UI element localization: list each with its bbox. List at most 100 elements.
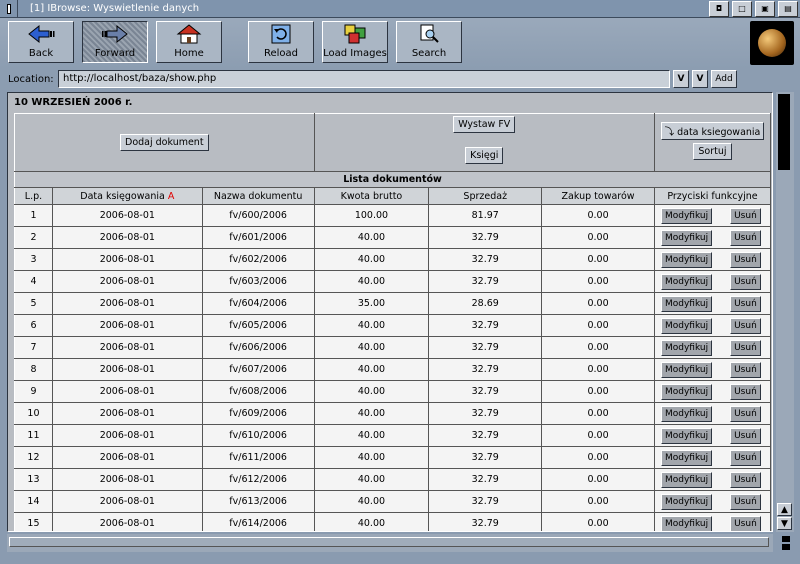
cell-doc-name: fv/603/2006 (201, 270, 315, 293)
modify-button[interactable]: Modyfikuj (660, 317, 713, 334)
zoom-icon: □ (738, 4, 746, 13)
cell-sales: 32.79 (428, 468, 543, 491)
cell-actions: Modyfikuj Usuń (653, 336, 772, 359)
scroll-down-button[interactable]: ▼ (777, 517, 792, 530)
table-row: 6 2006-08-01 fv/605/2006 40.00 32.79 0.00 Mody… (14, 314, 772, 337)
delete-button[interactable]: Usuń (730, 405, 761, 422)
delete-button[interactable]: Usuń (730, 493, 761, 510)
table-row: 10 2006-08-01 fv/609/2006 40.00 32.79 0.00 Mod… (14, 402, 772, 425)
modify-button[interactable]: Modyfikuj (660, 207, 713, 224)
horizontal-scroll-thumb[interactable] (9, 537, 769, 547)
cell-lp: 13 (14, 468, 53, 491)
documents-table: Dodaj dokument Wystaw FV Księgi ⤵ data k… (14, 113, 772, 531)
cell-actions: Modyfikuj Usuń (653, 512, 772, 531)
delete-button[interactable]: Usuń (730, 383, 761, 400)
modify-button[interactable]: Modyfikuj (660, 449, 713, 466)
delete-button[interactable]: Usuń (730, 427, 761, 444)
vertical-scroll-thumb[interactable] (778, 94, 790, 170)
back-label: Back (28, 48, 54, 59)
horizontal-scrollbar[interactable] (7, 534, 773, 552)
add-document-button[interactable]: Dodaj dokument (120, 134, 209, 151)
home-button[interactable]: Home (156, 21, 222, 63)
window-titlebar[interactable]: [1] IBrowse: Wyswietlenie danych ◘ □ ▣ ▤ (0, 0, 800, 18)
cell-actions: Modyfikuj Usuń (653, 270, 772, 293)
modify-button[interactable]: Modyfikuj (660, 251, 713, 268)
cell-actions: Modyfikuj Usuń (653, 380, 772, 403)
url-input[interactable]: http://localhost/baza/show.php (58, 70, 670, 88)
delete-button[interactable]: Usuń (730, 251, 761, 268)
resize-gadget[interactable] (782, 534, 794, 552)
cell-gross: 40.00 (313, 380, 430, 403)
delete-button[interactable]: Usuń (730, 361, 761, 378)
delete-button[interactable]: Usuń (730, 471, 761, 488)
location-label: Location: (8, 73, 54, 85)
modify-button[interactable]: Modyfikuj (660, 339, 713, 356)
load-images-button[interactable]: Load Images (322, 21, 388, 63)
cell-purchase: 0.00 (541, 204, 655, 227)
iconify-button[interactable]: ◘ (709, 0, 729, 17)
delete-button[interactable]: Usuń (730, 273, 761, 290)
cell-doc-name: fv/608/2006 (201, 380, 315, 403)
cell-lp: 8 (14, 358, 53, 381)
modify-button[interactable]: Modyfikuj (660, 515, 713, 531)
cell-gross: 40.00 (313, 402, 430, 425)
sort-button[interactable]: Sortuj (693, 143, 732, 160)
close-gadget[interactable] (0, 0, 18, 18)
delete-button[interactable]: Usuń (730, 339, 761, 356)
depth-button[interactable]: ▣ (755, 0, 775, 17)
delete-button[interactable]: Usuń (730, 515, 761, 531)
modify-button[interactable]: Modyfikuj (660, 493, 713, 510)
cell-purchase: 0.00 (541, 468, 655, 491)
reload-icon (271, 24, 291, 44)
back-button[interactable]: Back (8, 21, 74, 63)
cell-actions: Modyfikuj Usuń (653, 446, 772, 469)
close-icon (6, 3, 11, 14)
modify-button[interactable]: Modyfikuj (660, 383, 713, 400)
cell-gross: 40.00 (313, 314, 430, 337)
forward-button[interactable]: Forward (82, 21, 148, 63)
scroll-up-button[interactable]: ▲ (777, 503, 792, 516)
depth-back-button[interactable]: ▤ (778, 0, 798, 17)
hotlist-button[interactable]: V (692, 70, 708, 88)
cell-gross: 40.00 (313, 248, 430, 271)
books-button[interactable]: Księgi (465, 147, 504, 164)
cell-lp: 14 (14, 490, 53, 513)
delete-button[interactable]: Usuń (730, 229, 761, 246)
cell-sales: 32.79 (428, 424, 543, 447)
cell-date: 2006-08-01 (51, 468, 203, 491)
sort-field-select[interactable]: ⤵ data ksiegowania (660, 122, 765, 140)
delete-button[interactable]: Usuń (730, 317, 761, 334)
cell-purchase: 0.00 (541, 226, 655, 249)
modify-button[interactable]: Modyfikuj (660, 295, 713, 312)
modify-button[interactable]: Modyfikuj (660, 427, 713, 444)
modify-button[interactable]: Modyfikuj (660, 229, 713, 246)
cell-gross: 40.00 (313, 490, 430, 513)
vertical-scrollbar[interactable]: ▲ ▼ (776, 92, 794, 532)
table-row: 5 2006-08-01 fv/604/2006 35.00 28.69 0.00 Mody… (14, 292, 772, 315)
col-header-lp: L.p. (14, 187, 53, 205)
modify-button[interactable]: Modyfikuj (660, 361, 713, 378)
search-button[interactable]: Search (396, 21, 462, 63)
modify-button[interactable]: Modyfikuj (660, 471, 713, 488)
modify-button[interactable]: Modyfikuj (660, 405, 713, 422)
cell-lp: 2 (14, 226, 53, 249)
cell-purchase: 0.00 (541, 292, 655, 315)
reload-label: Reload (263, 48, 299, 59)
reload-button[interactable]: Reload (248, 21, 314, 63)
cell-date: 2006-08-01 (51, 204, 203, 227)
delete-button[interactable]: Usuń (730, 207, 761, 224)
modify-button[interactable]: Modyfikuj (660, 273, 713, 290)
zoom-button[interactable]: □ (732, 0, 752, 17)
url-history-button[interactable]: V (673, 70, 689, 88)
delete-button[interactable]: Usuń (730, 295, 761, 312)
add-hotlist-button[interactable]: Add (711, 70, 737, 88)
issue-invoice-button[interactable]: Wystaw FV (453, 116, 516, 133)
arrow-right-icon (102, 24, 128, 44)
cell-lp: 15 (14, 512, 53, 531)
depth-icon: ▣ (761, 4, 769, 13)
cell-doc-name: fv/602/2006 (201, 248, 315, 271)
delete-button[interactable]: Usuń (730, 449, 761, 466)
cell-doc-name: fv/600/2006 (201, 204, 315, 227)
col-header-sales: Sprzedaż (428, 187, 543, 205)
col-header-purchase: Zakup towarów (541, 187, 655, 205)
